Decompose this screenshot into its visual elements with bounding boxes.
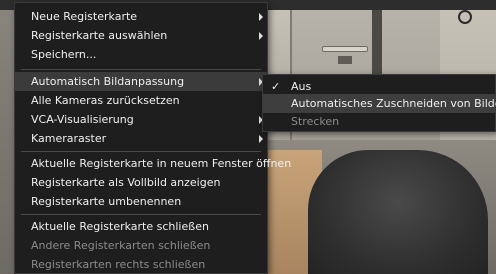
menu-item-close-tab[interactable]: Aktuelle Registerkarte schließen [15,217,267,236]
menu-item-label: Kameraraster [31,132,107,145]
menu-item-close-tabs-right: Registerkarten rechts schließen [15,255,267,274]
door-handle [322,46,368,52]
menu-item-fullscreen[interactable]: Registerkarte als Vollbild anzeigen [15,173,267,192]
door-lock [338,56,352,64]
menu-separator [21,69,261,70]
context-menu: Neue Registerkarte Registerkarte auswähl… [14,2,291,274]
menu-item-new-tab[interactable]: Neue Registerkarte [15,7,267,26]
submenu-item-label: Automatisches Zuschneiden von Bildern [291,97,496,110]
menu-item-reset-cameras[interactable]: Alle Kameras zurücksetzen [15,91,267,110]
chevron-right-icon [259,135,263,143]
submenu-item-label: Strecken [291,115,340,128]
menu-item-label: Andere Registerkarten schließen [31,239,211,252]
menu-separator [21,151,261,152]
submenu-item-label: Aus [291,80,312,93]
menu-item-vca-visualization[interactable]: VCA-Visualisierung [15,110,267,129]
menu-item-label: Aktuelle Registerkarte schließen [31,220,209,233]
menu-item-label: Registerkarte umbenennen [31,195,182,208]
menu-item-label: Registerkarte als Vollbild anzeigen [31,176,221,189]
menu-item-label: Automatisch Bildanpassung [31,75,185,88]
menu-item-label: Speichern... [31,48,97,61]
menu-item-label: Aktuelle Registerkarte in neuem Fenster … [31,157,292,170]
menu-item-label: Alle Kameras zurücksetzen [31,94,180,107]
menu-item-label: Registerkarten rechts schließen [31,258,206,271]
submenu-item-stretch: Strecken [263,112,495,131]
chevron-right-icon [259,13,263,21]
camera-chair [308,150,488,274]
menu-item-auto-image-fit[interactable]: Automatisch Bildanpassung [15,72,267,91]
menu-item-close-other-tabs: Andere Registerkarten schließen [15,236,267,255]
menu-item-label: Registerkarte auswählen [31,29,168,42]
menu-separator [21,214,261,215]
submenu-item-auto-crop[interactable]: Automatisches Zuschneiden von Bildern [263,94,496,113]
menu-item-label: Neue Registerkarte [31,10,138,23]
camera-corner-icon [458,10,472,24]
menu-item-camera-grid[interactable]: Kameraraster [15,129,267,148]
menu-item-save[interactable]: Speichern... [15,45,267,64]
auto-image-fit-submenu: ✓ Aus Automatisches Zuschneiden von Bild… [262,74,496,132]
menu-item-label: VCA-Visualisierung [31,113,134,126]
chevron-right-icon [259,32,263,40]
menu-item-select-tab[interactable]: Registerkarte auswählen [15,26,267,45]
menu-item-rename-tab[interactable]: Registerkarte umbenennen [15,192,267,211]
menu-item-open-new-window[interactable]: Aktuelle Registerkarte in neuem Fenster … [15,154,291,173]
